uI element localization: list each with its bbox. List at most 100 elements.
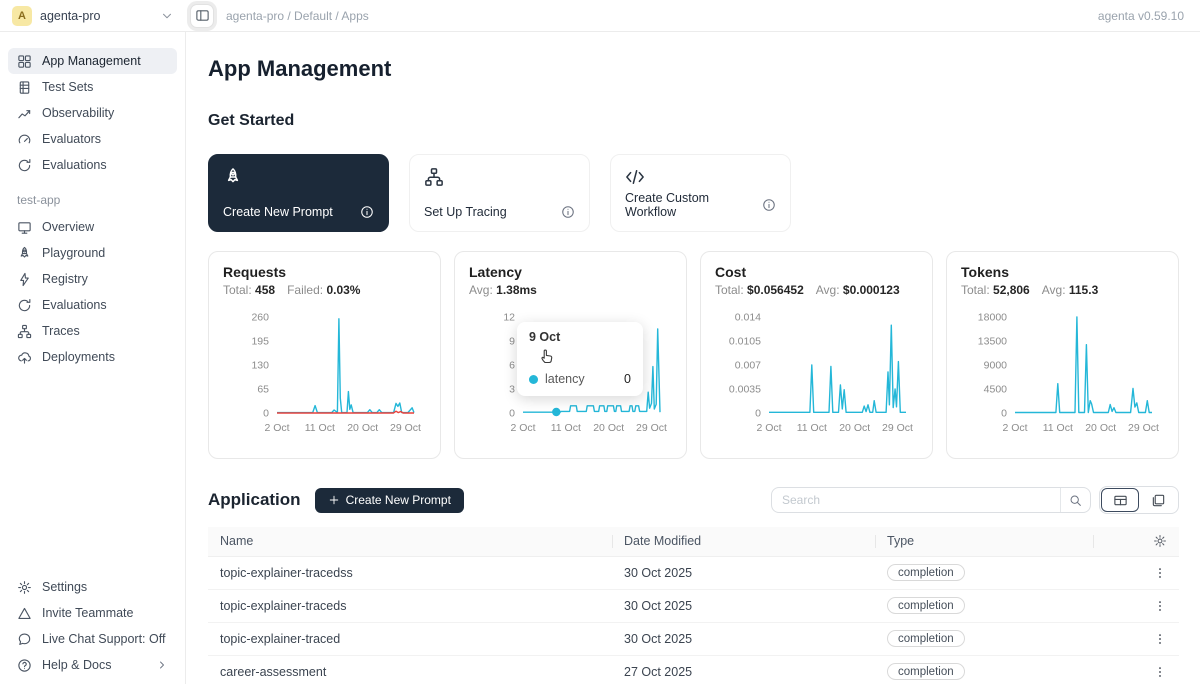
metric-stat: Total: 458 bbox=[223, 283, 275, 297]
svg-text:29 Oct: 29 Oct bbox=[636, 422, 667, 434]
svg-text:20 Oct: 20 Oct bbox=[839, 422, 870, 434]
svg-text:0: 0 bbox=[755, 408, 761, 420]
metric-chart[interactable]: 2601951306502 Oct11 Oct20 Oct29 Oct bbox=[223, 307, 428, 437]
tooltip-series-dot bbox=[529, 375, 538, 384]
sidebar-item-test-sets[interactable]: Test Sets bbox=[8, 74, 177, 100]
sidebar-item-help-docs[interactable]: Help & Docs bbox=[8, 652, 177, 678]
sidebar-item-evaluators[interactable]: Evaluators bbox=[8, 126, 177, 152]
svg-text:12: 12 bbox=[503, 312, 515, 324]
svg-text:2 Oct: 2 Oct bbox=[510, 422, 535, 434]
metric-chart[interactable]: 0.0140.01050.0070.003502 Oct11 Oct20 Oct… bbox=[715, 307, 920, 437]
tooltip-value: 0 bbox=[624, 372, 631, 386]
sidebar-item-app-management[interactable]: App Management bbox=[8, 48, 177, 74]
sidebar-item-settings[interactable]: Settings bbox=[8, 574, 177, 600]
table-row[interactable]: topic-explainer-tracedss30 Oct 2025compl… bbox=[208, 556, 1179, 589]
row-menu-button[interactable] bbox=[1105, 599, 1167, 613]
sidebar-item-playground[interactable]: Playground bbox=[8, 240, 177, 266]
table-view-button[interactable] bbox=[1101, 488, 1139, 512]
table-settings-button[interactable] bbox=[1105, 534, 1167, 548]
get-started-card-set-up-tracing[interactable]: Set Up Tracing bbox=[409, 154, 590, 232]
metric-title: Latency bbox=[469, 264, 672, 280]
gear-icon bbox=[17, 580, 32, 595]
metric-chart[interactable]: 18000135009000450002 Oct11 Oct20 Oct29 O… bbox=[961, 307, 1166, 437]
cell-date-modified: 30 Oct 2025 bbox=[612, 589, 875, 622]
row-menu-button[interactable] bbox=[1105, 566, 1167, 580]
card-view-icon bbox=[1151, 493, 1166, 508]
table-row[interactable]: topic-explainer-traceds30 Oct 2025comple… bbox=[208, 589, 1179, 622]
monitor-icon bbox=[17, 220, 32, 235]
info-icon[interactable] bbox=[561, 205, 575, 219]
dots-vertical-icon bbox=[1153, 566, 1167, 580]
info-icon[interactable] bbox=[360, 205, 374, 219]
svg-text:0.0105: 0.0105 bbox=[729, 336, 761, 348]
svg-text:0: 0 bbox=[1001, 408, 1007, 420]
panel-left-icon bbox=[195, 8, 210, 23]
column-header-date-modified[interactable]: Date Modified bbox=[612, 527, 875, 556]
svg-text:130: 130 bbox=[251, 360, 269, 372]
svg-text:20 Oct: 20 Oct bbox=[593, 422, 624, 434]
table-header-row: Name Date Modified Type bbox=[208, 527, 1179, 556]
code-icon bbox=[625, 167, 645, 187]
svg-text:11 Oct: 11 Oct bbox=[305, 422, 335, 434]
svg-text:2 Oct: 2 Oct bbox=[1002, 422, 1027, 434]
tree-icon bbox=[424, 167, 444, 187]
sidebar-item-label: Help & Docs bbox=[42, 658, 111, 672]
row-menu-button[interactable] bbox=[1105, 665, 1167, 679]
table-row[interactable]: career-assessment27 Oct 2025completion bbox=[208, 655, 1179, 684]
workspace-selector[interactable]: A agenta-pro bbox=[0, 6, 186, 26]
sidebar-item-deployments[interactable]: Deployments bbox=[8, 344, 177, 370]
svg-text:4500: 4500 bbox=[984, 384, 1008, 396]
row-menu-button[interactable] bbox=[1105, 632, 1167, 646]
cell-name: topic-explainer-traced bbox=[208, 622, 612, 655]
create-new-prompt-label: Create New Prompt bbox=[346, 493, 451, 507]
sidebar-item-evaluations[interactable]: Evaluations bbox=[8, 292, 177, 318]
dots-vertical-icon bbox=[1153, 632, 1167, 646]
metric-card-latency: LatencyAvg: 1.38ms1296302 Oct11 Oct20 Oc… bbox=[454, 251, 687, 459]
type-badge: completion bbox=[887, 630, 965, 647]
rocket-icon bbox=[17, 246, 32, 261]
sidebar-item-label: Deployments bbox=[42, 350, 115, 364]
metric-title: Requests bbox=[223, 264, 426, 280]
dots-vertical-icon bbox=[1153, 665, 1167, 679]
info-icon[interactable] bbox=[762, 198, 776, 212]
sidebar-item-label: Traces bbox=[42, 324, 80, 338]
sidebar-item-overview[interactable]: Overview bbox=[8, 214, 177, 240]
table-row[interactable]: topic-explainer-traced30 Oct 2025complet… bbox=[208, 622, 1179, 655]
search-icon bbox=[1069, 494, 1082, 507]
search-input[interactable] bbox=[772, 493, 1060, 507]
search-button[interactable] bbox=[1060, 488, 1090, 512]
cloud-up-icon bbox=[17, 350, 32, 365]
metric-title: Cost bbox=[715, 264, 918, 280]
sidebar-item-invite-teammate[interactable]: Invite Teammate bbox=[8, 600, 177, 626]
get-started-card-label: Set Up Tracing bbox=[424, 205, 507, 219]
type-badge: completion bbox=[887, 663, 965, 680]
sidebar-item-label: Settings bbox=[42, 580, 87, 594]
sidebar-item-label: Registry bbox=[42, 272, 88, 286]
sidebar-item-label: Playground bbox=[42, 246, 105, 260]
plus-icon bbox=[328, 494, 340, 506]
column-header-name[interactable]: Name bbox=[208, 527, 612, 556]
application-title: Application bbox=[208, 490, 301, 510]
sidebar-item-registry[interactable]: Registry bbox=[8, 266, 177, 292]
table-view-icon bbox=[1113, 493, 1128, 508]
sidebar-toggle-button[interactable] bbox=[190, 4, 214, 28]
metric-stat: Total: $0.056452 bbox=[715, 283, 804, 297]
sidebar-item-evaluations[interactable]: Evaluations bbox=[8, 152, 177, 178]
sidebar-bottom-group: Settings Invite Teammate Live Chat Support… bbox=[8, 574, 177, 678]
sidebar-item-traces[interactable]: Traces bbox=[8, 318, 177, 344]
sidebar-item-label: Invite Teammate bbox=[42, 606, 133, 620]
get-started-card-create-new-prompt[interactable]: Create New Prompt bbox=[208, 154, 389, 232]
column-header-type[interactable]: Type bbox=[875, 527, 1093, 556]
metric-card-requests: RequestsTotal: 458Failed: 0.03%260195130… bbox=[208, 251, 441, 459]
cursor-hand-icon bbox=[537, 346, 557, 366]
sidebar-main-group: App ManagementTest SetsObservability Eval… bbox=[8, 48, 177, 178]
create-new-prompt-button[interactable]: Create New Prompt bbox=[315, 488, 464, 513]
metric-card-cost: CostTotal: $0.056452Avg: $0.0001230.0140… bbox=[700, 251, 933, 459]
sidebar-item-live-chat-support-off[interactable]: Live Chat Support: Off bbox=[8, 626, 177, 652]
sidebar-item-label: Evaluators bbox=[42, 132, 101, 146]
sidebar-section-label: test-app bbox=[17, 193, 168, 207]
sidebar-item-observability[interactable]: Observability bbox=[8, 100, 177, 126]
get-started-card-create-custom-workflow[interactable]: Create Custom Workflow bbox=[610, 154, 791, 232]
cell-date-modified: 27 Oct 2025 bbox=[612, 655, 875, 684]
card-view-button[interactable] bbox=[1139, 488, 1177, 512]
